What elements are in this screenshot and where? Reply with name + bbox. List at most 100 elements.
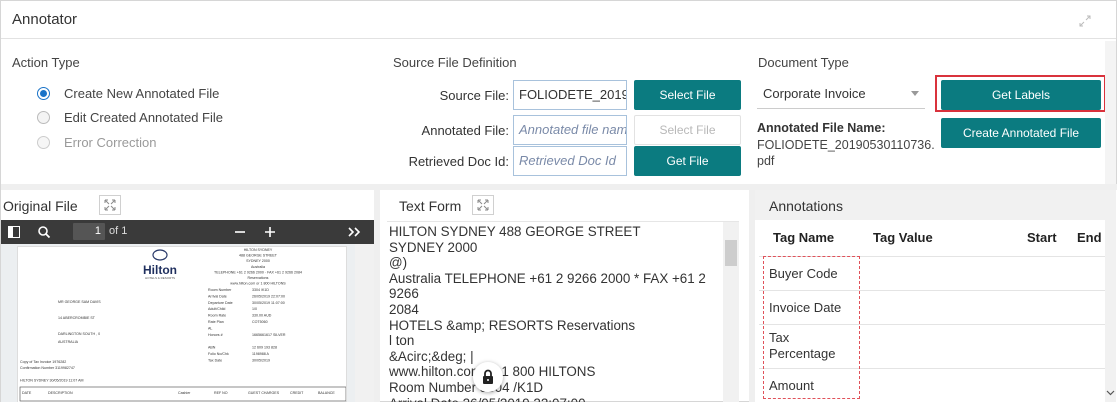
pdf-text: 12 609 193 828 [252,346,277,350]
pdf-text: 14 ABERCROMBIE ST [58,316,96,320]
text-form-heading: Text Form [399,198,462,214]
pdf-table-heading: DATE [22,391,32,395]
col-tag-value: Tag Value [873,230,933,245]
zoom-out-icon[interactable] [233,225,247,239]
text-form-content[interactable]: HILTON SYDNEY 488 GEORGE STREET SYDNEY 20… [389,224,719,402]
tag-name-highlight [763,256,860,399]
page-count: of 1 [109,225,128,237]
pdf-table-heading: DESCRIPTION [48,391,73,395]
chevron-down-icon [911,91,919,96]
annotations-scrollbar[interactable] [1105,190,1116,402]
pdf-toolbar: 1 of 1 [1,220,374,244]
select-file-button[interactable]: Select File [634,80,741,110]
annotated-file-name-line2: pdf [757,154,775,168]
get-file-button[interactable]: Get File [634,146,741,176]
page-number-input[interactable]: 1 [73,223,105,240]
search-icon[interactable] [37,225,51,239]
pdf-text: Copy of Tax Invoice 1976282 [20,360,66,364]
text-form-line: 2084 [389,301,419,317]
pdf-text: 26/05/2019 22:07:00 [252,294,285,298]
expand-original-button[interactable] [99,195,121,215]
retrieved-doc-input[interactable]: Retrieved Doc Id [513,146,627,176]
retrieved-doc-label: Retrieved Doc Id: [408,154,509,169]
pdf-text: ABN [208,346,216,350]
radio-button[interactable] [37,110,50,124]
text-form-scrollbar[interactable] [723,222,739,402]
sidebar-toggle-icon[interactable] [8,226,20,238]
radio-edit-created[interactable]: Edit Created Annotated File [37,107,223,127]
text-form-line: www.hilton.com or 1 800 HILTONS [389,364,596,380]
pdf-table-heading: BALANCE [318,391,335,395]
scrollbar[interactable] [1105,41,1116,189]
pdf-text: Confirmation Number 3119982747 [20,366,75,370]
pdf-text: HILTON SYDNEY [244,248,273,252]
expand-icon[interactable] [1078,14,1092,28]
create-annotated-file-button[interactable]: Create Annotated File [941,118,1101,148]
pdf-text: Room Rate [208,314,226,318]
pdf-text: Room Number [208,288,232,292]
annotated-file-name-value: FOLIODETE_20190530110736. pdf [757,137,937,169]
pdf-text: Arrival Date [208,294,227,298]
pdf-text: Honors # [208,333,223,337]
pdf-text: COT5060 [252,320,268,324]
pdf-text: www.hilton.com or 1 800 HILTONS [230,282,286,286]
hilton-logo: Hilton [143,263,177,277]
text-form-line: @) [389,255,408,271]
annotations-heading: Annotations [769,198,843,214]
annotated-file-input[interactable]: Annotated file nam [513,115,627,145]
radio-error-correction: Error Correction [37,132,156,152]
text-form-line: HILTON SYDNEY 488 GEORGE STREET [389,224,641,239]
text-form-line: SYDNEY 2000 [389,239,478,255]
pdf-viewer[interactable]: 1 of 1 Hilton HOTELS & RESORTS HILTON SYDN… [1,220,374,402]
col-tag-name: Tag Name [773,230,835,245]
expand-text-form-button[interactable] [472,195,494,215]
text-form-line: l ton [389,333,415,349]
radio-label: Edit Created Annotated File [64,109,223,125]
pdf-text: AL [208,326,212,330]
document-type-heading: Document Type [758,55,849,70]
pdf-table-heading: GUEST CHARGES [248,391,280,395]
radio-create-new[interactable]: Create New Annotated File [37,83,219,103]
pdf-text: Departure Date [208,301,233,305]
radio-button[interactable] [37,86,50,100]
pdf-text: TELEPHONE +61 2 9266 2000 · FAX +61 2 92… [214,270,302,274]
pdf-text: 3304 /K1D [252,288,269,292]
pdf-text: 1/0 [252,307,257,311]
annotated-file-name-line1: FOLIODETE_20190530110736. [757,138,935,152]
hilton-logo-icon [152,249,168,261]
pdf-text: Reservations [248,276,269,280]
pdf-page: Hilton HOTELS & RESORTS HILTON SYDNEY 488 G… [17,246,347,402]
lock-button[interactable] [473,362,503,392]
panel-divider [374,190,380,402]
title-bar: Annotator [1,1,1116,39]
expand-icon [477,199,489,211]
radio-label: Error Correction [64,134,157,150]
pdf-text: MR GEORGE SAM DAVIS [58,300,101,304]
more-tools-icon[interactable] [347,226,361,238]
pdf-text: 1198988 A [252,352,270,356]
pdf-text: Rate Plan [208,320,224,324]
pdf-text: Australia [251,265,265,269]
pdf-text: 488 GEORGE STREET [239,254,278,258]
text-form-area[interactable]: HILTON SYDNEY 488 GEORGE STREET SYDNEY 20… [387,221,739,402]
zoom-in-icon[interactable] [263,225,277,239]
scrollbar-thumb[interactable] [725,240,737,266]
pdf-table-heading: CREDIT [290,391,304,395]
text-form-line: Arrival Date 26/05/2019 22:07:00 [389,396,719,402]
source-file-input[interactable]: FOLIODETE_201905 [513,80,627,110]
col-end: End [1077,230,1102,245]
chevron-down-icon[interactable] [1106,389,1115,397]
text-form-line: Australia TELEPHONE +61 2 9266 2000 * FA… [389,270,706,302]
text-form-line: &Acirc;&deg; | [389,348,474,364]
pdf-scrollbar[interactable] [355,244,374,402]
document-type-select[interactable]: Corporate Invoice [757,79,925,109]
annotator-window: Annotator Action Type Create New Annotat… [0,0,1117,402]
pdf-table-heading: Cashier [178,391,191,395]
pdf-text: SYDNEY 2000 [246,259,270,263]
radio-button [37,135,50,149]
pdf-text: Tax Date [208,358,222,362]
pdf-text: Adult/Child [208,307,225,311]
get-labels-button[interactable]: Get Labels [941,80,1101,110]
pdf-text: 330.00 AUD [252,314,272,318]
pdf-text: DARLINGTON SOUTH , 0 [58,332,100,336]
